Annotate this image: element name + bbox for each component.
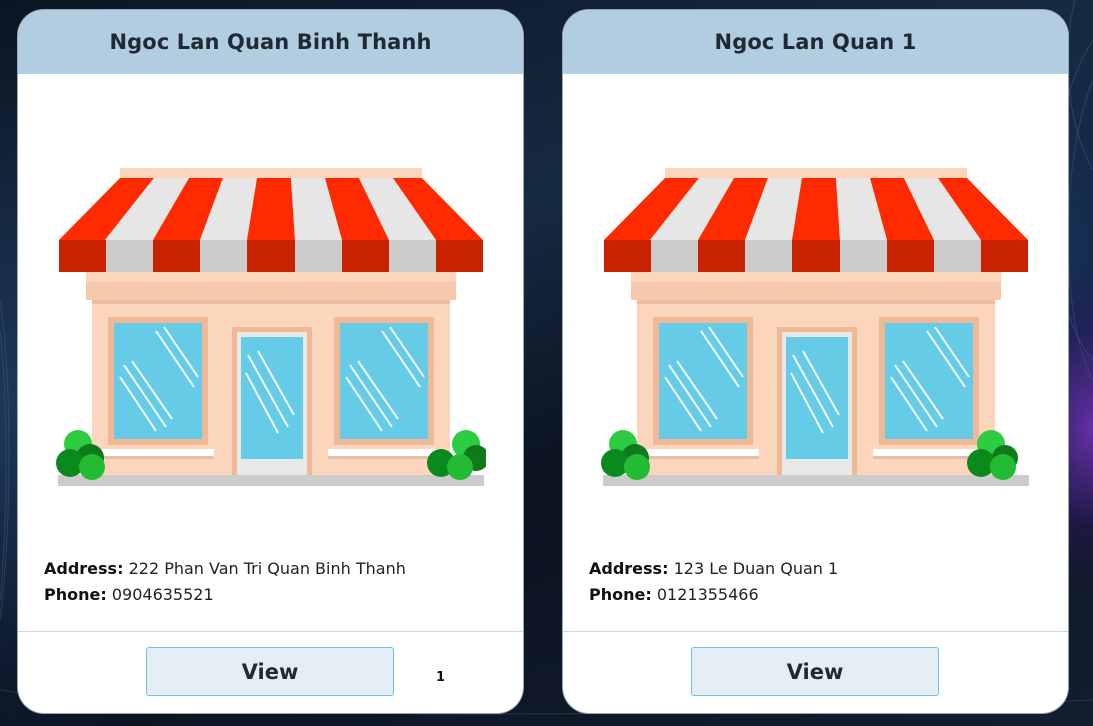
- phone-label: Phone:: [44, 585, 107, 604]
- address-label: Address:: [44, 559, 124, 578]
- phone-line: Phone: 0121355466: [589, 582, 838, 608]
- store-info: Address: 222 Phan Van Tri Quan Binh Than…: [44, 556, 406, 608]
- card-divider: [18, 631, 523, 632]
- phone-label: Phone:: [589, 585, 652, 604]
- store-front-icon: [56, 168, 486, 486]
- view-button[interactable]: View: [146, 647, 394, 696]
- card-divider: [563, 631, 1068, 632]
- store-title: Ngoc Lan Quan Binh Thanh: [109, 30, 432, 54]
- store-front-icon: [601, 168, 1029, 486]
- phone-value: 0904635521: [111, 585, 214, 604]
- phone-line: Phone: 0904635521: [44, 582, 406, 608]
- page-number: 1: [436, 670, 446, 685]
- address-line: Address: 123 Le Duan Quan 1: [589, 556, 838, 582]
- card-header: Ngoc Lan Quan 1: [563, 10, 1068, 74]
- address-label: Address:: [589, 559, 669, 578]
- view-button[interactable]: View: [691, 647, 939, 696]
- store-card: Ngoc Lan Quan 1 Address: 123 Le Duan Qua…: [563, 10, 1068, 713]
- address-line: Address: 222 Phan Van Tri Quan Binh Than…: [44, 556, 406, 582]
- store-title: Ngoc Lan Quan 1: [714, 30, 917, 54]
- card-header: Ngoc Lan Quan Binh Thanh: [18, 10, 523, 74]
- address-value: 123 Le Duan Quan 1: [673, 559, 839, 578]
- address-value: 222 Phan Van Tri Quan Binh Thanh: [128, 559, 406, 578]
- phone-value: 0121355466: [656, 585, 759, 604]
- store-card: Ngoc Lan Quan Binh Thanh Address: 222 Ph…: [18, 10, 523, 713]
- store-info: Address: 123 Le Duan Quan 1 Phone: 01213…: [589, 556, 838, 608]
